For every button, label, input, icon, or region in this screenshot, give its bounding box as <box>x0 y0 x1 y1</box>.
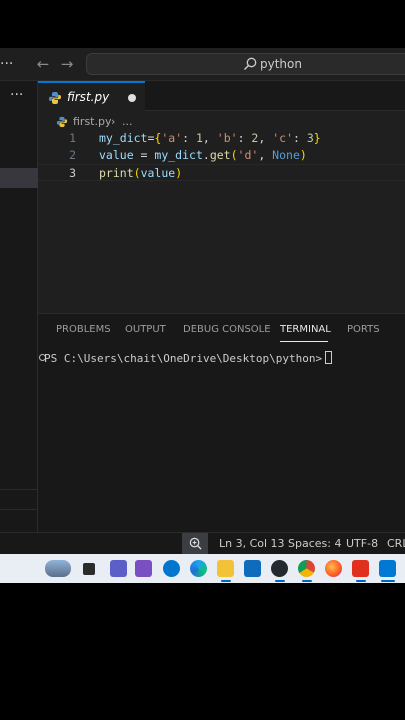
line-number: 2 <box>69 148 76 162</box>
search-icon <box>244 57 257 70</box>
code-text: value = my_dict.get('d', None) <box>99 148 307 162</box>
file-explorer-icon[interactable] <box>217 560 234 577</box>
breadcrumb-file[interactable]: first.py <box>73 114 111 130</box>
edge-icon[interactable] <box>190 560 207 577</box>
tab-terminal[interactable]: TERMINAL <box>280 323 331 337</box>
tab-debug-console[interactable]: DEBUG CONSOLE <box>183 323 271 337</box>
github-desktop-icon[interactable] <box>271 560 288 577</box>
active-tab-indicator <box>280 341 328 342</box>
encoding-setting[interactable]: UTF-8 <box>346 533 378 555</box>
indentation-setting[interactable]: Spaces: 4 <box>288 533 341 555</box>
sidebar-divider <box>0 509 38 510</box>
running-indicator <box>356 580 366 582</box>
command-center-search[interactable]: python <box>86 53 405 75</box>
back-arrow-icon[interactable]: ← <box>34 55 52 73</box>
title-bar: ··· ← → python <box>0 48 405 81</box>
task-view-icon[interactable] <box>83 563 95 575</box>
terminal-output[interactable]: PS C:\Users\chait\OneDrive\Desktop\pytho… <box>44 351 333 366</box>
editor-tab-bar: first.py <box>38 81 405 111</box>
store-icon[interactable] <box>244 560 261 577</box>
breadcrumb-separator: › <box>111 115 116 128</box>
tab-first-py[interactable]: first.py <box>38 81 145 111</box>
cursor-position[interactable]: Ln 3, Col 13 <box>219 533 285 555</box>
eol-setting[interactable]: CRLF <box>387 533 405 555</box>
tab-label: first.py <box>67 90 110 104</box>
running-indicator <box>221 580 231 582</box>
breadcrumb-symbols[interactable]: ... <box>122 114 133 130</box>
dell-icon[interactable] <box>163 560 180 577</box>
code-text: print(value) <box>99 166 183 180</box>
running-indicator <box>275 580 285 582</box>
bottom-panel: PROBLEMS OUTPUT DEBUG CONSOLE TERMINAL P… <box>38 313 405 549</box>
tab-problems[interactable]: PROBLEMS <box>56 323 111 337</box>
vscode-window: ··· ← → python ··· first.py first.py › .… <box>0 48 405 583</box>
code-line-current: 3 print(value) <box>38 164 405 181</box>
terminal-prompt: PS C:\Users\chait\OneDrive\Desktop\pytho… <box>44 352 323 365</box>
status-bar: Ln 3, Col 13 Spaces: 4 UTF-8 CRLF <box>0 532 405 555</box>
code-line: 1 my_dict={'a': 1, 'b': 2, 'c': 3} <box>38 130 405 147</box>
tab-output[interactable]: OUTPUT <box>125 323 166 337</box>
chrome-icon[interactable] <box>298 560 315 577</box>
active-app-indicator <box>381 580 395 582</box>
python-file-icon <box>49 92 61 104</box>
sidebar-selected-item[interactable] <box>0 168 38 188</box>
explorer-sidebar: ··· <box>0 81 38 549</box>
calendar-icon[interactable] <box>135 560 152 577</box>
tab-ports[interactable]: PORTS <box>347 323 380 337</box>
python-file-icon <box>56 116 68 128</box>
sidebar-more-icon[interactable]: ··· <box>10 87 23 103</box>
terminal-cursor <box>325 351 333 364</box>
windows-taskbar <box>0 554 405 583</box>
menu-more-icon[interactable]: ··· <box>0 56 16 72</box>
firefox-icon[interactable] <box>325 560 342 577</box>
weather-icon[interactable] <box>45 560 71 577</box>
running-indicator <box>302 580 312 582</box>
zoom-button[interactable] <box>182 533 208 555</box>
search-text: python <box>260 57 302 71</box>
sidebar-divider <box>0 489 38 490</box>
code-line: 2 value = my_dict.get('d', None) <box>38 147 405 164</box>
unsaved-dot-icon[interactable] <box>128 94 136 102</box>
zoom-in-icon <box>189 537 202 550</box>
teams-icon[interactable] <box>110 560 127 577</box>
forward-arrow-icon[interactable]: → <box>58 55 76 73</box>
vscode-icon[interactable] <box>379 560 396 577</box>
wps-office-icon[interactable] <box>352 560 369 577</box>
line-number: 3 <box>69 166 76 180</box>
line-number: 1 <box>69 131 76 145</box>
code-text: my_dict={'a': 1, 'b': 2, 'c': 3} <box>99 131 321 145</box>
